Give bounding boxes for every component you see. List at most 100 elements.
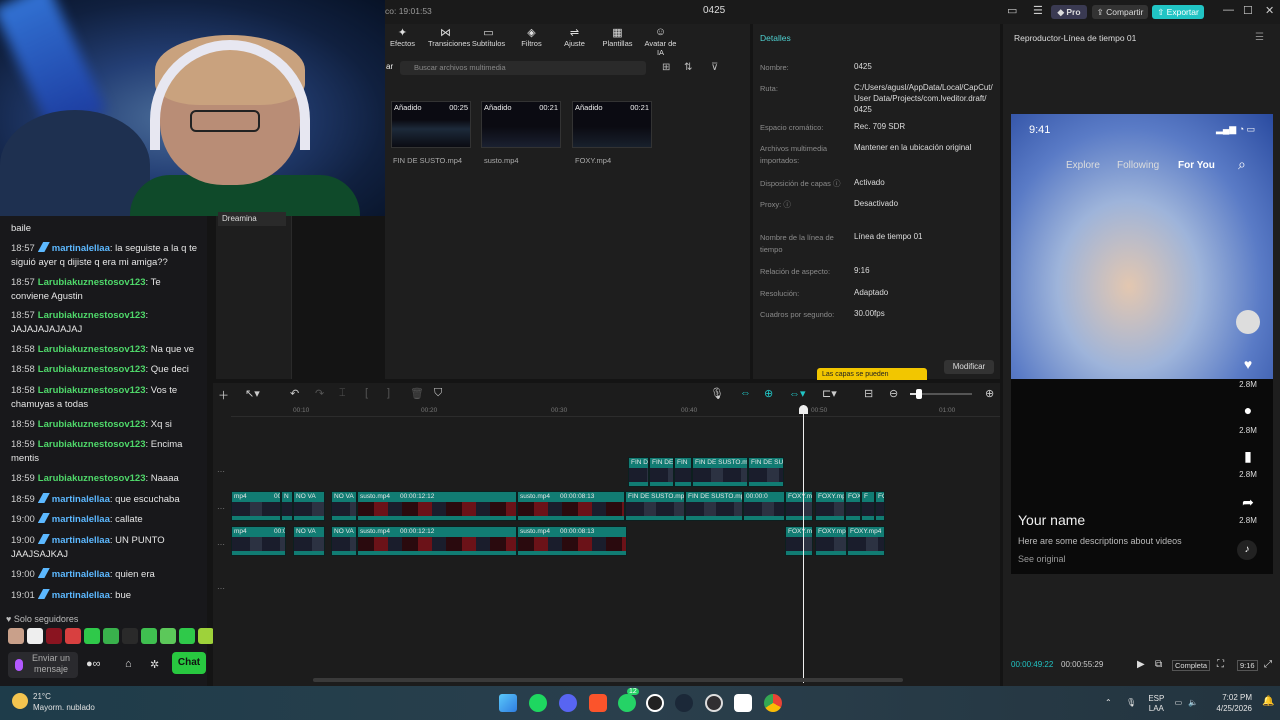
timeline-clip[interactable]: FOXY.mp4 [847,526,885,556]
system-clock[interactable]: 7:02 PM 4/25/2026 [1210,692,1252,714]
timeline-clip[interactable]: FIN DE [649,457,674,487]
emote[interactable] [160,628,176,644]
chat-username[interactable]: Larubiakuznestosov123 [38,385,146,396]
redo-icon[interactable]: ↷ [315,387,324,400]
chat-username[interactable]: Larubiakuznestosov123 [38,419,146,430]
shield-icon[interactable]: ⛉ [434,387,442,400]
close-icon[interactable]: ✕ [1265,4,1274,17]
track-menu-icon[interactable]: ⋯ [217,467,225,476]
import-label-partial[interactable]: ar [386,62,393,71]
timeline-clip[interactable]: FOXY.mp [785,526,813,556]
filter-funnel-icon[interactable]: ⊽ [711,62,718,73]
timeline-clip[interactable]: susto.mp4 00:00:08:13 [517,526,627,556]
select-cursor-icon[interactable]: ↖▾ [245,387,260,400]
chat-username[interactable]: martinalellaa [52,590,110,601]
chat-username[interactable]: Larubiakuznestosov123 [38,344,146,355]
emote[interactable] [122,628,138,644]
modify-button[interactable]: Modificar [944,360,994,374]
timeline-clip[interactable]: susto.mp4 00:00:12:12 [357,526,517,556]
snap-icon[interactable]: ⇔▾ [789,387,806,400]
delete-icon[interactable]: 🗑 [410,387,424,400]
timeline-clip[interactable]: mp4 00:00:0 [231,526,286,556]
g-app-icon[interactable] [646,694,664,712]
tab-ajuste[interactable]: ⇌ Ajuste [557,26,592,52]
chat-send-button[interactable]: Chat [172,652,206,674]
share-button[interactable]: ⇪ Compartir [1092,5,1148,19]
mic-icon[interactable] [15,659,23,671]
emote[interactable] [198,628,214,644]
playhead[interactable] [799,405,808,683]
add-track-icon[interactable]: ＋ [218,387,229,403]
timeline-clip[interactable]: FOXY.mp [815,491,845,521]
emote[interactable] [27,628,43,644]
media-search-input[interactable]: Buscar archivos multimedia [400,61,646,75]
undo-icon[interactable]: ↶ [290,387,299,400]
chat-username[interactable]: Larubiakuznestosov123 [38,277,146,288]
emote[interactable] [8,628,24,644]
preview-axis-icon[interactable]: ⊏▾ [822,387,837,400]
zoom-in-icon[interactable]: ⊕ [985,387,994,400]
chat-username[interactable]: Larubiakuznestosov123 [38,364,146,375]
volume-icon[interactable]: 🔈 [1188,698,1198,707]
emote[interactable] [84,628,100,644]
emote-row[interactable] [8,628,214,646]
timeline-clip[interactable]: F [861,491,875,521]
timeline-clip[interactable]: NO VA [331,491,357,521]
chrome-icon[interactable] [764,694,782,712]
timeline-clip[interactable]: FIN [674,457,692,487]
crop-icon[interactable]: ⧉ [1155,659,1162,670]
media-clip-card[interactable]: Añadido 00:25 [391,101,471,148]
chat-username[interactable]: martinalellaa [52,514,110,525]
emote[interactable] [141,628,157,644]
link-track-icon[interactable]: ⇔ [740,387,751,399]
sort-icon[interactable]: ⇅ [684,62,692,73]
export-button[interactable]: ⇧ Exportar [1152,5,1204,19]
track-menu-icon[interactable]: ⋯ [217,504,225,513]
fit-icon[interactable]: ⛶ [1217,659,1224,670]
tray-chevron-icon[interactable]: ⌃ [1105,698,1112,707]
aspect-ratio-button[interactable]: 9:16 [1237,660,1258,671]
emote[interactable] [65,628,81,644]
microphone-icon[interactable]: 🎙 [710,387,724,400]
timeline-ruler[interactable]: 00:10 00:20 00:30 00:40 00:50 01:00 [231,405,1000,417]
obs-icon[interactable] [705,694,723,712]
chat-username[interactable]: martinalellaa [52,569,110,580]
chat-username[interactable]: martinalellaa [52,243,110,254]
discord-icon[interactable] [559,694,577,712]
tab-subtítulos[interactable]: ▭ Subtítulos [471,26,506,52]
grid-view-icon[interactable]: ⊞ [662,62,670,73]
menu-icon[interactable]: ☰ [1033,4,1043,17]
playhead-handle[interactable] [799,405,808,414]
whatsapp-icon[interactable]: 12 [618,688,639,712]
split-right-icon[interactable]: ] [387,387,390,399]
chat-username[interactable]: Larubiakuznestosov123 [38,473,146,484]
timeline-clip[interactable]: FIN DE SUS [748,457,784,487]
split-icon[interactable]: ⌶ [339,387,346,400]
timeline-clip[interactable]: FIN DE SUSTO.mp [685,491,743,521]
timeline-clip[interactable]: mp4 00:00:0 [231,491,281,521]
fullscreen-icon[interactable]: ⤢ [1264,659,1272,670]
system-tray[interactable]: ⌃ 🎙 ESP LAA ▭ 🔈 [1105,694,1198,714]
tab-efectos[interactable]: ✦ Efectos [385,26,420,52]
sidebar-item-dreamina[interactable]: Dreamina [218,212,286,226]
timeline-clip[interactable]: FOI [875,491,885,521]
timeline-clip[interactable]: NO VA [331,526,357,556]
timeline-clip[interactable]: FOXY.mp [785,491,813,521]
timeline-clip[interactable]: FOXY.mp4 [815,526,847,556]
timeline-clip[interactable]: 00:00:0 [743,491,785,521]
chat-username[interactable]: martinalellaa [52,494,110,505]
complete-view-button[interactable]: Completa [1172,660,1211,671]
tray-mic-icon[interactable]: 🎙 [1126,698,1136,707]
minimize-icon[interactable]: — [1223,4,1234,16]
emote[interactable] [179,628,195,644]
player-menu-icon[interactable]: ☰ [1255,32,1264,43]
tab-transiciones[interactable]: ⋈ Transiciones [428,26,470,52]
media-clip-card[interactable]: Añadido 00:21 [572,101,652,148]
timeline-clip[interactable]: NO VA [293,526,325,556]
play-icon[interactable]: ▶ [1137,659,1145,670]
notification-bell-icon[interactable]: 🔔 [1262,696,1274,707]
timeline-clip[interactable]: FIN DE SUSTO.m [692,457,748,487]
timeline-clip[interactable]: FIN DE SUSTO.mp [625,491,685,521]
emote[interactable] [103,628,119,644]
chat-username[interactable]: Larubiakuznestosov123 [38,439,146,450]
